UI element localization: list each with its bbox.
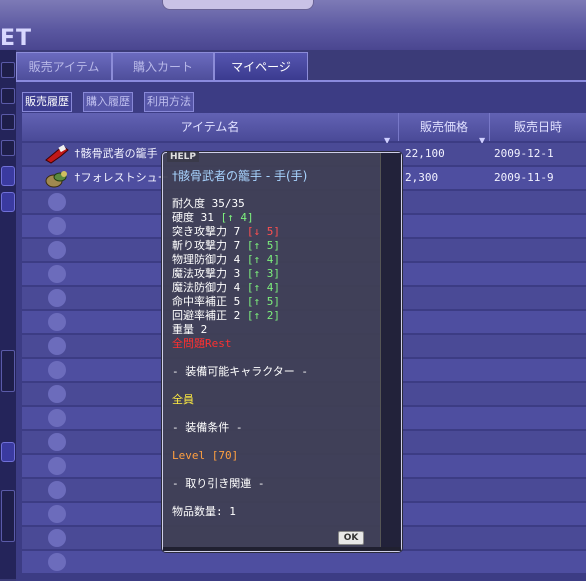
rail-button[interactable] [1,140,15,156]
equip-chars-header: - 装備可能キャラクター - [172,365,309,378]
tooltip-title: †骸骨武者の籠手 - 手(手) [172,169,308,183]
subtab-sales-history[interactable]: 販売履歴 [22,92,72,112]
item-date: 2009-12-1 [494,147,554,160]
stat-label: 斬り攻撃力 7 [172,239,247,252]
durability: 耐久度 35/35 [172,197,245,210]
stat-bonus: [↑ 3] [246,267,280,280]
empty-slot-icon [48,313,66,331]
rail-slot[interactable] [1,192,15,212]
rail-button[interactable] [1,114,15,130]
empty-slot-icon [48,217,66,235]
item-price: 2,300 [405,171,439,184]
rail-button[interactable] [1,88,15,104]
stat-label: 硬度 31 [172,211,221,224]
stat-line: 硬度 31 [↑ 4] [172,211,308,225]
stat-bonus: [↓ 5] [246,225,280,238]
item-date: 2009-11-9 [494,171,554,184]
empty-slot-icon [48,505,66,523]
empty-slot-icon [48,457,66,475]
item-name: †骸骨武者の籠手 [74,147,158,160]
empty-slot-icon [48,433,66,451]
quantity: 物品数量: 1 [172,505,236,518]
empty-slot-icon [48,529,66,547]
stat-bonus: [↑ 4] [246,253,280,266]
empty-slot-icon [48,241,66,259]
subtab-usage[interactable]: 利用方法 [144,92,194,112]
empty-slot-icon [48,289,66,307]
tooltip-footer [163,547,401,551]
stat-label: 突き攻撃力 7 [172,225,247,238]
stat-bonus: [↑ 4] [220,211,254,224]
header-price[interactable]: 販売価格 ▼ [399,113,490,145]
weight: 重量 2 [172,323,208,336]
main-tabs: 販売アイテム 購入カート マイページ [16,52,586,81]
empty-slot-icon [48,409,66,427]
stat-line: 突き攻撃力 7 [↓ 5] [172,225,308,239]
tab-sell-items[interactable]: 販売アイテム [16,52,112,81]
equip-cond: Level [70] [172,449,239,462]
rail-scroll[interactable] [1,350,15,392]
stat-bonus: [↑ 4] [246,281,280,294]
stat-label: 物理防御力 4 [172,253,247,266]
tab-cart[interactable]: 購入カート [112,52,214,81]
header-item-name[interactable]: アイテム名 ▼ [22,113,399,145]
header-price-label: 販売価格 [419,120,468,134]
stat-line: 斬り攻撃力 7 [↑ 5] [172,239,308,253]
left-rail [0,50,16,579]
rail-scroll[interactable] [1,490,15,542]
rail-slot[interactable] [1,442,15,462]
empty-slot-icon [48,193,66,211]
stat-label: 魔法防御力 4 [172,281,247,294]
empty-slot-icon [48,265,66,283]
empty-slot-icon [48,361,66,379]
rail-slot[interactable] [1,166,15,186]
equip-cond-header: - 装備条件 - [172,421,243,434]
forest-shoe-icon [45,171,67,188]
empty-slot-icon [48,385,66,403]
subtab-purchase-history[interactable]: 購入履歴 [83,92,133,112]
item-name: †フォレストシュー [74,171,169,184]
stat-line: 物理防御力 4 [↑ 4] [172,253,308,267]
tab-my-page[interactable]: マイページ [214,52,308,81]
gauntlet-icon [45,144,69,164]
header-item-label: アイテム名 [180,120,240,134]
top-banner: ET [0,0,586,51]
stat-label: 魔法攻撃力 3 [172,267,247,280]
stat-label: 命中率補正 5 [172,295,247,308]
help-tag[interactable]: HELP [167,152,200,162]
equip-chars: 全員 [172,393,194,406]
empty-slot-icon [48,481,66,499]
ok-button[interactable]: OK [338,531,364,545]
empty-row [22,551,586,573]
table-header: アイテム名 ▼ 販売価格 ▼ 販売日時 [22,113,586,145]
stat-label: 回避率補正 2 [172,309,247,322]
trade-header: - 取り引き関連 - [172,477,265,490]
stat-bonus: [↑ 2] [246,309,280,322]
header-date[interactable]: 販売日時 [490,113,586,141]
stat-bonus: [↑ 5] [246,239,280,252]
stat-line: 魔法防御力 4 [↑ 4] [172,281,308,295]
header-date-label: 販売日時 [513,120,562,134]
item-price: 22,100 [405,147,445,160]
item-tooltip: HELP †骸骨武者の籠手 - 手(手) 耐久度 35/35 硬度 31 [↑ … [162,152,402,552]
rail-button[interactable] [1,62,15,78]
site-logo: ET [0,26,33,51]
attribute-line: 全問題Rest [172,337,232,350]
banner-label [162,0,314,10]
empty-slot-icon [48,553,66,571]
tooltip-body: 耐久度 35/35 硬度 31 [↑ 4] 突き攻撃力 7 [↓ 5] 斬り攻撃… [172,197,308,519]
stat-line: 魔法攻撃力 3 [↑ 3] [172,267,308,281]
tooltip-scrollbar[interactable] [380,153,401,551]
stat-bonus: [↑ 5] [246,295,280,308]
empty-slot-icon [48,337,66,355]
stat-line: 命中率補正 5 [↑ 5] [172,295,308,309]
stat-line: 回避率補正 2 [↑ 2] [172,309,308,323]
